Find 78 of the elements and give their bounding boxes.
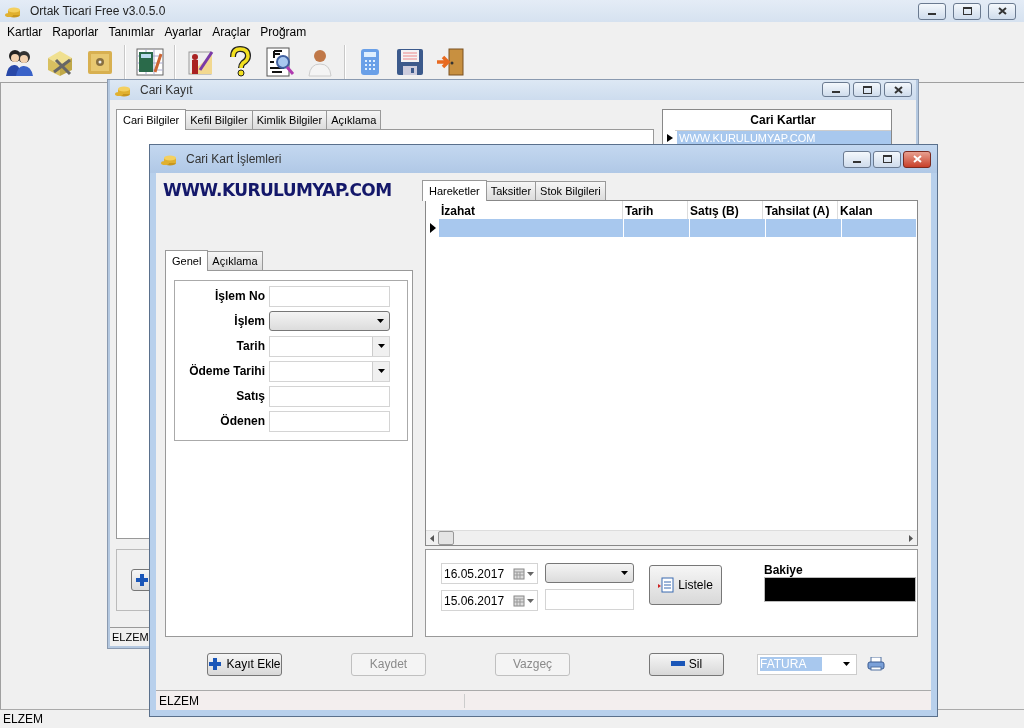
close-icon bbox=[912, 155, 922, 163]
window-title: Ortak Ticari Free v3.0.5.0 bbox=[30, 4, 166, 18]
date-field[interactable]: 15.06.2017 bbox=[441, 590, 538, 612]
tab[interactable]: Kimlik Bilgiler bbox=[251, 109, 328, 129]
maximize-button[interactable] bbox=[853, 82, 881, 98]
field-label: Bakiye bbox=[764, 563, 804, 578]
menu-item[interactable]: Kartlar bbox=[2, 25, 48, 39]
field-label: Satış bbox=[235, 389, 265, 404]
window-title: Cari Kayıt bbox=[140, 82, 193, 97]
menu-item[interactable]: Tanımlar bbox=[103, 25, 160, 39]
column-header: Cari Kartlar bbox=[675, 109, 891, 131]
field-label: Ödeme Tarihi bbox=[188, 364, 265, 379]
window-title: Cari Kart İşlemleri bbox=[186, 152, 282, 166]
field-label: İşlem No bbox=[214, 289, 265, 304]
caret-icon bbox=[377, 319, 384, 324]
minimize-button[interactable] bbox=[822, 82, 850, 98]
row-pointer-icon bbox=[666, 132, 674, 143]
plus-icon bbox=[208, 657, 223, 672]
field-label: Tarih bbox=[235, 339, 265, 354]
close-button[interactable] bbox=[988, 2, 1016, 20]
tab[interactable]: Cari Bilgiler bbox=[116, 108, 187, 130]
date-field[interactable] bbox=[269, 360, 390, 382]
tab[interactable]: Kefil Bilgiler bbox=[185, 109, 253, 129]
scrollbar-thumb[interactable] bbox=[438, 531, 454, 546]
menu-item[interactable]: Proğram bbox=[255, 25, 312, 39]
dropdown[interactable] bbox=[269, 311, 390, 332]
tab[interactable]: Genel bbox=[165, 250, 209, 272]
menu-item[interactable]: Raporlar bbox=[47, 25, 104, 39]
minimize-button[interactable] bbox=[843, 150, 871, 168]
caret-icon bbox=[377, 369, 385, 374]
status-text: ELZEM bbox=[3, 712, 43, 726]
row-pointer-icon bbox=[429, 223, 436, 234]
input-field[interactable] bbox=[545, 589, 634, 611]
horizontal-scrollbar[interactable] bbox=[426, 530, 917, 546]
input-field[interactable] bbox=[269, 285, 390, 307]
caret-icon bbox=[621, 571, 628, 576]
minimize-button[interactable] bbox=[918, 2, 946, 20]
close-button[interactable] bbox=[884, 82, 912, 98]
menu-item[interactable]: Ayarlar bbox=[159, 25, 208, 39]
input-field[interactable] bbox=[269, 410, 390, 432]
spreadsheet-icon[interactable] bbox=[134, 46, 166, 78]
dropdown[interactable] bbox=[545, 563, 634, 584]
delete-button[interactable]: Sil bbox=[649, 652, 724, 676]
calendar-icon bbox=[513, 594, 535, 607]
close-button[interactable] bbox=[903, 150, 931, 168]
input-field[interactable] bbox=[269, 385, 390, 407]
add-button[interactable]: Kayıt Ekle bbox=[207, 652, 282, 676]
close-icon bbox=[893, 85, 903, 94]
tab[interactable]: Açıklama bbox=[207, 251, 263, 271]
status-text: ELZEM bbox=[112, 630, 149, 643]
column-header[interactable]: Kalan bbox=[838, 201, 917, 220]
calendar-icon bbox=[513, 567, 535, 580]
eye-chart-icon[interactable] bbox=[264, 46, 296, 78]
maximize-button[interactable] bbox=[873, 150, 901, 168]
tab[interactable]: Hareketler bbox=[422, 180, 487, 202]
status-text: ELZEM bbox=[159, 693, 465, 708]
printer-icon[interactable] bbox=[867, 657, 885, 672]
date-field[interactable] bbox=[269, 335, 390, 357]
exit-door-icon[interactable] bbox=[434, 46, 466, 78]
tab[interactable]: Taksitler bbox=[485, 181, 537, 201]
tab[interactable]: Açıklama bbox=[326, 109, 382, 129]
date-field[interactable]: 16.05.2017 bbox=[441, 563, 538, 585]
scroll-right-icon bbox=[909, 534, 913, 542]
field-label: Ödenen bbox=[219, 414, 265, 429]
scroll-left-icon bbox=[430, 534, 434, 542]
caret-icon bbox=[843, 662, 850, 667]
plus-icon bbox=[135, 572, 149, 587]
menu-item[interactable]: Araçlar bbox=[207, 25, 256, 39]
tab[interactable]: Stok Bilgileri bbox=[535, 181, 606, 201]
maximize-button[interactable] bbox=[953, 2, 981, 20]
minus-icon bbox=[670, 661, 685, 668]
list-icon bbox=[658, 577, 675, 594]
close-icon bbox=[997, 7, 1007, 15]
field-label: İşlem bbox=[233, 314, 265, 329]
caret-icon bbox=[377, 344, 385, 349]
list-button[interactable]: Listele bbox=[649, 565, 722, 606]
banner-text: WWW.KURULUMYAP.COM bbox=[163, 180, 393, 203]
save-icon[interactable] bbox=[394, 46, 426, 78]
